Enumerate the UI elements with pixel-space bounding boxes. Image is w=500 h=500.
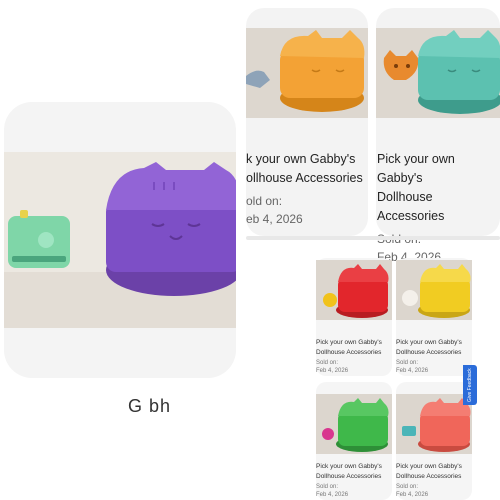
sold-date: eb 4, 2026 (246, 212, 303, 226)
teal-box-image (376, 28, 500, 118)
red-card-text: Pick your own Gabby's Dollhouse Accessor… (316, 338, 392, 374)
listing-title-line-2[interactable]: Dollhouse Accessories (396, 472, 472, 482)
orange-card-text: k your own Gabby's ollhouse Accessories … (246, 150, 368, 226)
give-feedback-button[interactable]: Give Feedback (463, 365, 477, 405)
orange-box-image (246, 28, 368, 118)
listing-photo-purple-box[interactable] (4, 152, 236, 328)
listing-title-line-2[interactable]: ollhouse Accessories (246, 169, 368, 188)
screenshot-canvas: G bh k your own Gabby's ollhouse Accesso… (0, 0, 500, 500)
listing-title-line-1[interactable]: Pick your own Gabby's (377, 150, 500, 188)
yellow-card-text: Pick your own Gabby's Dollhouse Accessor… (396, 338, 472, 374)
listing-photo-green-box[interactable] (316, 394, 392, 454)
sold-label: Sold on: (396, 360, 419, 366)
sold-label: Sold on: (396, 484, 419, 490)
listing-title-line-1[interactable]: Pick your own Gabby's (316, 338, 392, 348)
sold-label: Sold on: (316, 484, 339, 490)
big-card-caption: G bh (128, 396, 172, 416)
listing-title-line-1[interactable]: Pick your own Gabby's (396, 338, 472, 348)
listing-title-line-1[interactable]: k your own Gabby's (246, 150, 368, 169)
listing-title-line-2[interactable]: Dollhouse Accessories (316, 472, 392, 482)
sold-label: Sold on: (316, 360, 339, 366)
coral-box-image (396, 394, 472, 454)
listing-photo-coral-box[interactable] (396, 394, 472, 454)
green-box-image (316, 394, 392, 454)
listing-photo-yellow-box[interactable] (396, 260, 472, 320)
listing-photo-teal-box[interactable] (376, 28, 500, 118)
listing-photo-red-box[interactable] (316, 260, 392, 320)
listing-photo-orange-box[interactable] (246, 28, 368, 118)
divider (246, 236, 500, 240)
purple-box-image (4, 152, 236, 328)
teal-card-text: Pick your own Gabby's Dollhouse Accessor… (377, 150, 500, 264)
sold-date: Feb 4, 2026 (316, 492, 349, 498)
yellow-box-image (396, 260, 472, 320)
listing-title-line-2[interactable]: Dollhouse Accessories (396, 348, 472, 358)
sold-date: Feb 4, 2026 (396, 368, 429, 374)
listing-title-line-1[interactable]: Pick your own Gabby's (316, 462, 392, 472)
red-box-image (316, 260, 392, 320)
sold-date: Feb 4, 2026 (316, 368, 349, 374)
sold-date: Feb 4, 2026 (396, 492, 429, 498)
green-card-text: Pick your own Gabby's Dollhouse Accessor… (316, 462, 392, 498)
coral-card-text: Pick your own Gabby's Dollhouse Accessor… (396, 462, 472, 498)
listing-title-line-2[interactable]: Dollhouse Accessories (377, 188, 500, 226)
listing-title-line-2[interactable]: Dollhouse Accessories (316, 348, 392, 358)
sold-label: old on: (246, 194, 283, 208)
listing-title-line-1[interactable]: Pick your own Gabby's (396, 462, 472, 472)
